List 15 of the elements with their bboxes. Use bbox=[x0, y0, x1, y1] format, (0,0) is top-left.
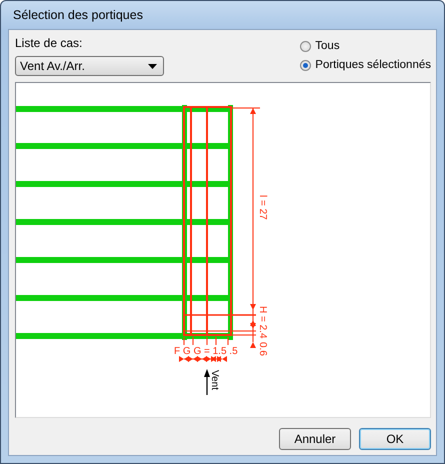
spacing-label: F G G = 1.5 .5 bbox=[174, 346, 238, 357]
spacing-arrows bbox=[179, 356, 227, 362]
case-list-label: Liste de cas: bbox=[15, 36, 84, 50]
ok-button[interactable]: OK bbox=[359, 428, 431, 450]
wind-label: Vent bbox=[209, 370, 220, 390]
wind-arrow bbox=[204, 369, 210, 395]
height-label: H = 2.4 bbox=[257, 306, 268, 339]
radio-option[interactable]: Tous bbox=[300, 40, 431, 52]
window-title: Sélection des portiques bbox=[12, 7, 144, 24]
length-label: l = 27 bbox=[257, 195, 268, 220]
caret-icon bbox=[148, 64, 157, 68]
case-dropdown[interactable]: Vent Av./Arr. bbox=[15, 56, 164, 76]
radio-option[interactable]: Portiques sélectionnés bbox=[300, 59, 431, 71]
offset-label: 0.6 bbox=[257, 342, 268, 356]
cancel-button[interactable]: Annuler bbox=[279, 428, 351, 450]
